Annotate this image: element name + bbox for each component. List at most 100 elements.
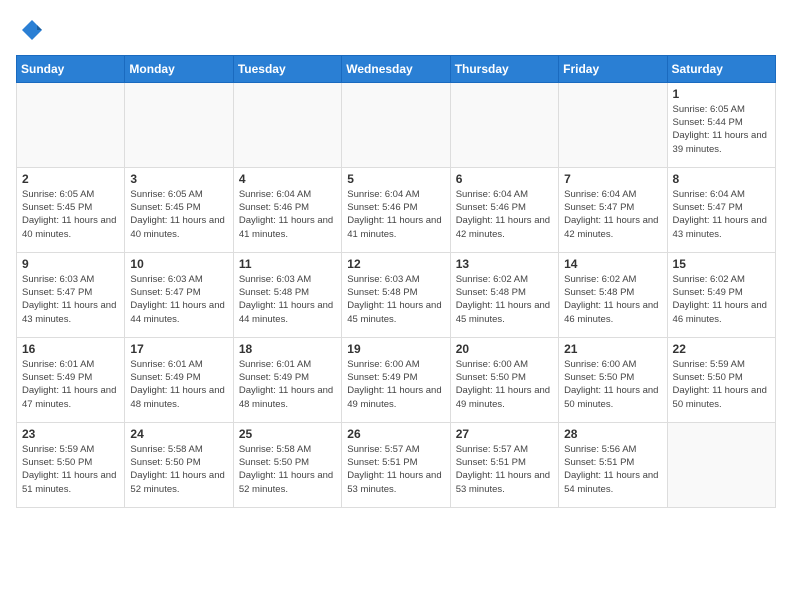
- calendar-cell: [450, 82, 558, 167]
- day-number: 26: [347, 427, 444, 441]
- calendar-week-row: 2 Sunrise: 6:05 AMSunset: 5:45 PMDaylight…: [17, 167, 776, 252]
- day-number: 13: [456, 257, 553, 271]
- calendar-cell: 23Sunrise: 5:59 AMSunset: 5:50 PMDayligh…: [17, 422, 125, 507]
- day-info: Sunrise: 6:02 AMSunset: 5:49 PMDaylight:…: [673, 273, 770, 326]
- day-info: Sunrise: 6:03 AMSunset: 5:47 PMDaylight:…: [130, 273, 227, 326]
- col-header-monday: Monday: [125, 55, 233, 82]
- day-number: 2: [22, 172, 119, 186]
- day-number: 22: [673, 342, 770, 356]
- day-info: Sunrise: 5:56 AMSunset: 5:51 PMDaylight:…: [564, 443, 661, 496]
- day-number: 28: [564, 427, 661, 441]
- calendar-cell: 14 Sunrise: 6:02 AMSunset: 5:48 PMDayligh…: [559, 252, 667, 337]
- calendar-cell: 17 Sunrise: 6:01 AMSunset: 5:49 PMDayligh…: [125, 337, 233, 422]
- day-number: 11: [239, 257, 336, 271]
- page-header: [16, 16, 776, 45]
- calendar-cell: 25 Sunrise: 5:58 AMSunset: 5:50 PMDayligh…: [233, 422, 341, 507]
- day-info: Sunrise: 6:01 AMSunset: 5:49 PMDaylight:…: [130, 358, 227, 411]
- day-info: Sunrise: 6:05 AMSunset: 5:44 PMDaylight:…: [673, 103, 770, 156]
- day-number: 19: [347, 342, 444, 356]
- calendar-cell: 13 Sunrise: 6:02 AMSunset: 5:48 PMDayligh…: [450, 252, 558, 337]
- calendar-week-row: 1 Sunrise: 6:05 AMSunset: 5:44 PMDaylight…: [17, 82, 776, 167]
- day-info: Sunrise: 6:03 AMSunset: 5:48 PMDaylight:…: [347, 273, 444, 326]
- day-number: 18: [239, 342, 336, 356]
- day-info: Sunrise: 6:04 AMSunset: 5:47 PMDaylight:…: [564, 188, 661, 241]
- calendar-cell: [667, 422, 775, 507]
- day-number: 23: [22, 427, 119, 441]
- calendar-cell: 24 Sunrise: 5:58 AMSunset: 5:50 PMDayligh…: [125, 422, 233, 507]
- calendar-table: SundayMondayTuesdayWednesdayThursdayFrid…: [16, 55, 776, 508]
- day-info: Sunrise: 6:03 AMSunset: 5:48 PMDaylight:…: [239, 273, 336, 326]
- calendar-cell: 26 Sunrise: 5:57 AMSunset: 5:51 PMDayligh…: [342, 422, 450, 507]
- calendar-header-row: SundayMondayTuesdayWednesdayThursdayFrid…: [17, 55, 776, 82]
- col-header-tuesday: Tuesday: [233, 55, 341, 82]
- day-number: 6: [456, 172, 553, 186]
- calendar-cell: 9Sunrise: 6:03 AMSunset: 5:47 PMDaylight…: [17, 252, 125, 337]
- day-info: Sunrise: 6:00 AMSunset: 5:50 PMDaylight:…: [456, 358, 553, 411]
- day-number: 1: [673, 87, 770, 101]
- calendar-cell: [125, 82, 233, 167]
- day-number: 4: [239, 172, 336, 186]
- day-number: 25: [239, 427, 336, 441]
- calendar-cell: 16 Sunrise: 6:01 AMSunset: 5:49 PMDayligh…: [17, 337, 125, 422]
- col-header-wednesday: Wednesday: [342, 55, 450, 82]
- calendar-week-row: 16 Sunrise: 6:01 AMSunset: 5:49 PMDayligh…: [17, 337, 776, 422]
- day-info: Sunrise: 6:02 AMSunset: 5:48 PMDaylight:…: [564, 273, 661, 326]
- calendar-cell: 12 Sunrise: 6:03 AMSunset: 5:48 PMDayligh…: [342, 252, 450, 337]
- calendar-cell: 3 Sunrise: 6:05 AMSunset: 5:45 PMDaylight…: [125, 167, 233, 252]
- calendar-week-row: 23Sunrise: 5:59 AMSunset: 5:50 PMDayligh…: [17, 422, 776, 507]
- day-number: 21: [564, 342, 661, 356]
- calendar-cell: 21Sunrise: 6:00 AMSunset: 5:50 PMDayligh…: [559, 337, 667, 422]
- calendar-cell: 2 Sunrise: 6:05 AMSunset: 5:45 PMDaylight…: [17, 167, 125, 252]
- day-info: Sunrise: 6:01 AMSunset: 5:49 PMDaylight:…: [239, 358, 336, 411]
- calendar-cell: 19 Sunrise: 6:00 AMSunset: 5:49 PMDayligh…: [342, 337, 450, 422]
- calendar-cell: 6 Sunrise: 6:04 AMSunset: 5:46 PMDaylight…: [450, 167, 558, 252]
- col-header-sunday: Sunday: [17, 55, 125, 82]
- calendar-cell: 10 Sunrise: 6:03 AMSunset: 5:47 PMDayligh…: [125, 252, 233, 337]
- calendar-cell: [559, 82, 667, 167]
- day-info: Sunrise: 6:04 AMSunset: 5:46 PMDaylight:…: [456, 188, 553, 241]
- day-number: 7: [564, 172, 661, 186]
- day-info: Sunrise: 6:03 AMSunset: 5:47 PMDaylight:…: [22, 273, 119, 326]
- day-info: Sunrise: 6:04 AMSunset: 5:47 PMDaylight:…: [673, 188, 770, 241]
- day-number: 8: [673, 172, 770, 186]
- day-number: 20: [456, 342, 553, 356]
- day-info: Sunrise: 6:04 AMSunset: 5:46 PMDaylight:…: [239, 188, 336, 241]
- day-info: Sunrise: 6:01 AMSunset: 5:49 PMDaylight:…: [22, 358, 119, 411]
- calendar-cell: 22 Sunrise: 5:59 AMSunset: 5:50 PMDayligh…: [667, 337, 775, 422]
- day-info: Sunrise: 5:59 AMSunset: 5:50 PMDaylight:…: [673, 358, 770, 411]
- calendar-cell: 11 Sunrise: 6:03 AMSunset: 5:48 PMDayligh…: [233, 252, 341, 337]
- day-number: 10: [130, 257, 227, 271]
- calendar-cell: 1 Sunrise: 6:05 AMSunset: 5:44 PMDaylight…: [667, 82, 775, 167]
- calendar-cell: [342, 82, 450, 167]
- day-number: 15: [673, 257, 770, 271]
- day-info: Sunrise: 6:00 AMSunset: 5:49 PMDaylight:…: [347, 358, 444, 411]
- calendar-week-row: 9Sunrise: 6:03 AMSunset: 5:47 PMDaylight…: [17, 252, 776, 337]
- day-info: Sunrise: 6:02 AMSunset: 5:48 PMDaylight:…: [456, 273, 553, 326]
- day-number: 24: [130, 427, 227, 441]
- day-number: 14: [564, 257, 661, 271]
- day-info: Sunrise: 5:57 AMSunset: 5:51 PMDaylight:…: [456, 443, 553, 496]
- day-info: Sunrise: 6:05 AMSunset: 5:45 PMDaylight:…: [22, 188, 119, 241]
- calendar-cell: [233, 82, 341, 167]
- day-number: 3: [130, 172, 227, 186]
- calendar-cell: 15 Sunrise: 6:02 AMSunset: 5:49 PMDayligh…: [667, 252, 775, 337]
- day-number: 16: [22, 342, 119, 356]
- calendar-cell: [17, 82, 125, 167]
- day-info: Sunrise: 6:04 AMSunset: 5:46 PMDaylight:…: [347, 188, 444, 241]
- calendar-cell: 5 Sunrise: 6:04 AMSunset: 5:46 PMDaylight…: [342, 167, 450, 252]
- logo: [16, 16, 46, 45]
- day-info: Sunrise: 5:57 AMSunset: 5:51 PMDaylight:…: [347, 443, 444, 496]
- day-number: 17: [130, 342, 227, 356]
- day-number: 12: [347, 257, 444, 271]
- calendar-cell: 28 Sunrise: 5:56 AMSunset: 5:51 PMDayligh…: [559, 422, 667, 507]
- day-number: 5: [347, 172, 444, 186]
- day-info: Sunrise: 5:58 AMSunset: 5:50 PMDaylight:…: [239, 443, 336, 496]
- logo-icon: [18, 16, 46, 44]
- calendar-cell: 8 Sunrise: 6:04 AMSunset: 5:47 PMDaylight…: [667, 167, 775, 252]
- day-info: Sunrise: 5:58 AMSunset: 5:50 PMDaylight:…: [130, 443, 227, 496]
- col-header-thursday: Thursday: [450, 55, 558, 82]
- day-info: Sunrise: 6:05 AMSunset: 5:45 PMDaylight:…: [130, 188, 227, 241]
- col-header-friday: Friday: [559, 55, 667, 82]
- calendar-cell: 7 Sunrise: 6:04 AMSunset: 5:47 PMDaylight…: [559, 167, 667, 252]
- day-number: 27: [456, 427, 553, 441]
